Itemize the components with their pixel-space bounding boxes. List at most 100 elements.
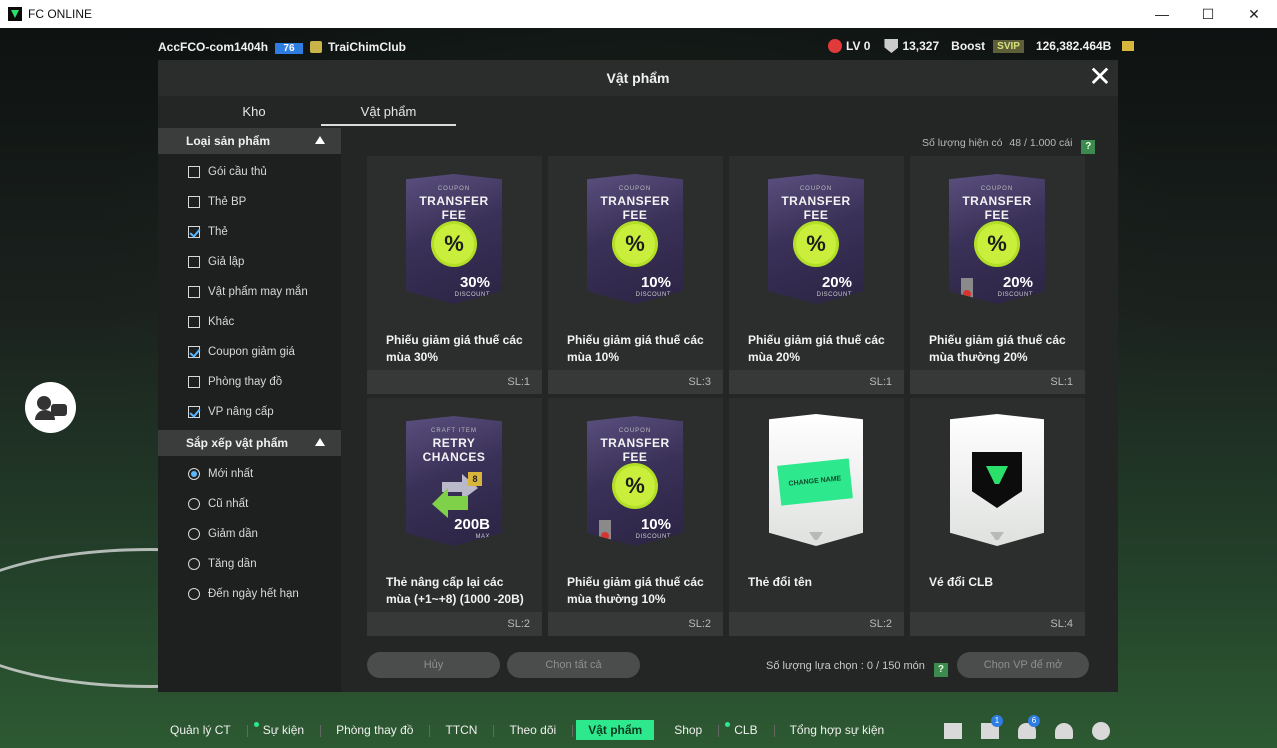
item-quantity: SL:2	[367, 612, 542, 636]
item-card[interactable]: COUPON TRANSFER FEE% 10% DISCOUNT Phiếu giảm…	[548, 156, 723, 394]
item-artwork: CRAFT ITEM RETRY CHANCES 8 200B MAX	[367, 398, 542, 558]
filter-option[interactable]: Thẻ BP	[188, 193, 246, 211]
support-chat-button[interactable]	[25, 382, 76, 433]
item-name: Vé đổi CLB	[929, 575, 994, 589]
nav-item[interactable]: Sự kiện	[251, 720, 322, 740]
checkbox[interactable]	[188, 406, 200, 418]
item-card[interactable]: Vé đổi CLB SL:4	[910, 398, 1085, 636]
sort-header[interactable]: Sắp xếp vật phẩm	[158, 430, 341, 456]
product-type-header[interactable]: Loại sản phẩm	[158, 128, 341, 154]
open-selected-button[interactable]: Chọn VP để mở	[957, 652, 1089, 678]
checkbox[interactable]	[188, 166, 200, 178]
sort-option[interactable]: Đến ngày hết hạn	[188, 585, 299, 603]
sort-option[interactable]: Giảm dần	[188, 525, 258, 543]
nav-item-label: Theo dõi	[509, 723, 557, 737]
percent-seal-icon: %	[434, 224, 474, 264]
nav-item[interactable]: Phòng thay đồ	[324, 720, 431, 740]
checkbox[interactable]	[188, 196, 200, 208]
coupon-type-label: COUPON	[799, 186, 833, 192]
modal-close-button[interactable]: ✕	[1088, 63, 1112, 91]
profile-icon[interactable]	[1051, 718, 1076, 743]
account-level-badge: 76	[275, 43, 303, 54]
sort-option[interactable]: Cũ nhất	[188, 495, 248, 513]
coupon-title: TRANSFER FEE	[600, 194, 670, 222]
window-close-button[interactable]: ✕	[1231, 0, 1277, 28]
tab-kho[interactable]: Kho	[222, 104, 286, 119]
nav-item[interactable]: Tổng hợp sự kiện	[778, 720, 897, 740]
items-modal: Vật phẩm ✕ Kho Vật phẩm Loại sản phẩm Gó…	[158, 60, 1118, 692]
filter-option[interactable]: Khác	[188, 313, 234, 331]
bell-icon[interactable]: 6	[1014, 715, 1040, 743]
percent-seal-icon: %	[615, 224, 655, 264]
modal-title: Vật phẩm	[606, 70, 670, 86]
item-card[interactable]: COUPON TRANSFER FEE% 30% DISCOUNT Phiếu giảm…	[367, 156, 542, 394]
chat-icon[interactable]	[940, 718, 965, 743]
nav-icon-group: 16	[940, 715, 1113, 743]
filter-sidebar: Loại sản phẩm Gói cầu thủ Thẻ BP Thẻ Giả lậ…	[158, 128, 341, 692]
checkbox[interactable]	[188, 226, 200, 238]
radio-button[interactable]	[188, 468, 200, 480]
chat-bubble-icon	[51, 404, 67, 416]
nav-item[interactable]: TTCN	[433, 720, 495, 740]
sort-option-label: Cũ nhất	[208, 498, 249, 510]
radio-button[interactable]	[188, 558, 200, 570]
item-quantity: SL:1	[367, 370, 542, 394]
maximize-button[interactable]: ☐	[1185, 0, 1231, 28]
filter-option-label: Khác	[208, 316, 235, 328]
sort-option[interactable]: Tăng dần	[188, 555, 257, 573]
filter-option-label: Vật phẩm may mắn	[208, 286, 308, 298]
nav-item-label: Quản lý CT	[170, 723, 231, 737]
filter-option[interactable]: Gói cầu thủ	[188, 163, 267, 181]
item-card[interactable]: COUPON TRANSFER FEE% 20% DISCOUNT Phiếu giảm…	[910, 156, 1085, 394]
item-card[interactable]: COUPON TRANSFER FEE% 20% DISCOUNT Phiếu giảm…	[729, 156, 904, 394]
radio-button[interactable]	[188, 528, 200, 540]
nav-item[interactable]: Vật phẩm	[576, 720, 655, 740]
points-display: 13,327	[884, 39, 939, 53]
item-card[interactable]: CRAFT ITEM RETRY CHANCES 8 200B MAX Thẻ nâng …	[367, 398, 542, 636]
discount-sub: DISCOUNT	[816, 292, 852, 298]
account-name: AccFCO-com1404h	[158, 40, 269, 54]
tab-vat-pham[interactable]: Vật phẩm	[321, 104, 456, 126]
checkbox[interactable]	[188, 256, 200, 268]
sort-option[interactable]: Mới nhất	[188, 465, 253, 483]
item-card[interactable]: CHANGE NAME Thẻ đổi tên SL:2	[729, 398, 904, 636]
checkbox[interactable]	[188, 316, 200, 328]
help-icon[interactable]: ?	[933, 663, 948, 677]
home-icon[interactable]: 1	[977, 715, 1003, 743]
notification-badge: 6	[1028, 715, 1040, 727]
collapse-triangle-icon	[315, 136, 325, 144]
item-artwork: COUPON TRANSFER FEE% 10% DISCOUNT	[548, 156, 723, 316]
coupon-type-label: COUPON	[618, 428, 652, 434]
cancel-button[interactable]: Hủy	[367, 652, 500, 678]
filter-option[interactable]: Vật phẩm may mắn	[188, 283, 308, 301]
radio-button[interactable]	[188, 588, 200, 600]
filter-option[interactable]: Coupon giảm giá	[188, 343, 295, 361]
help-icon[interactable]: ?	[1081, 140, 1096, 154]
nav-item[interactable]: Theo dõi	[497, 720, 573, 740]
checkbox[interactable]	[188, 346, 200, 358]
icon-glyph	[1091, 721, 1110, 740]
radio-button[interactable]	[188, 498, 200, 510]
item-card[interactable]: COUPON TRANSFER FEE% 10% DISCOUNT Phiếu giảm…	[548, 398, 723, 636]
item-name: Phiếu giảm giá thuế các mùa thường 10%	[567, 575, 704, 606]
inventory-count-value: 48 / 1.000 cái	[1009, 137, 1073, 149]
nav-item-label: Shop	[674, 723, 703, 737]
filter-option[interactable]: VP nâng cấp	[188, 403, 274, 421]
checkbox[interactable]	[188, 286, 200, 298]
filter-option[interactable]: Thẻ	[188, 223, 228, 241]
checkbox[interactable]	[188, 376, 200, 388]
nav-item[interactable]: Quản lý CT	[158, 720, 248, 740]
nav-item[interactable]: Shop	[662, 720, 720, 740]
filter-option[interactable]: Giả lập	[188, 253, 244, 271]
inventory-count: Số lượng hiện có 48 / 1.000 cái ?	[922, 137, 1096, 154]
filter-option[interactable]: Phòng thay đồ	[188, 373, 282, 391]
minimize-button[interactable]: —	[1139, 0, 1185, 28]
item-name: Phiếu giảm giá thuế các mùa thường 20%	[929, 333, 1066, 364]
account-info: AccFCO-com1404h 76	[158, 40, 303, 54]
select-all-button[interactable]: Chọn tất cả	[507, 652, 640, 678]
item-artwork: COUPON TRANSFER FEE% 30% DISCOUNT	[367, 156, 542, 316]
untradable-icon	[961, 278, 973, 300]
nav-item[interactable]: CLB	[722, 720, 775, 740]
item-quantity: SL:2	[729, 612, 904, 636]
settings-icon[interactable]	[1088, 718, 1113, 743]
